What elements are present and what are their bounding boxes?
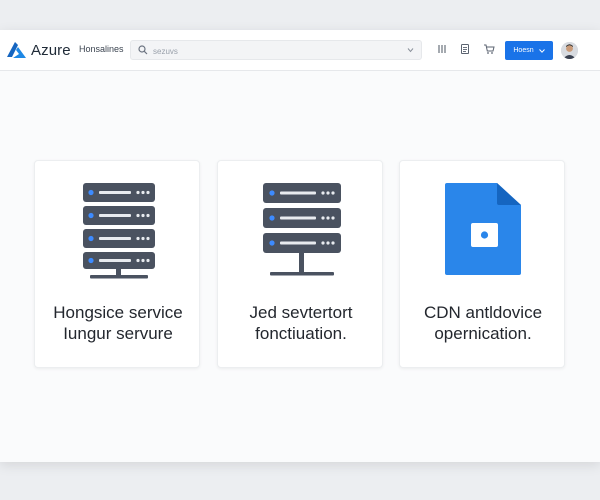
chevron-down-icon[interactable] [407, 47, 414, 53]
card-title-line-1: Jed sevtertort [249, 303, 353, 322]
app-window: Azure Honsalines sezuvs Hoesn Hongsice s… [0, 30, 600, 462]
avatar[interactable] [561, 42, 578, 59]
account-button-label: Hoesn [513, 47, 534, 54]
search-box[interactable] [130, 40, 422, 60]
card-title: Hongsice service Iungur servure [35, 302, 201, 344]
service-card-1[interactable]: Hongsice service Iungur servure [34, 160, 200, 368]
account-button[interactable]: Hoesn [505, 41, 553, 60]
service-card-2[interactable]: Jed sevtertort fonctiuation. [217, 160, 383, 368]
top-header: Azure Honsalines sezuvs Hoesn [0, 30, 600, 71]
user-avatar-icon [561, 42, 578, 59]
search-icon [138, 45, 148, 55]
chevron-down-icon [538, 48, 545, 53]
card-title-line-1: CDN antldovice [423, 303, 543, 322]
card-title-line-2: fonctiuation. [255, 324, 347, 343]
cart-icon[interactable] [483, 43, 495, 55]
server-rack-icon [263, 183, 341, 276]
card-title-line-2: opernication. [434, 324, 532, 343]
search-input[interactable] [151, 43, 405, 59]
brand[interactable]: Azure [6, 40, 71, 60]
card-title-line-1: Hongsice service [53, 303, 183, 322]
card-title: Jed sevtertort fonctiuation. [218, 302, 384, 344]
azure-logo-icon [7, 42, 26, 58]
card-title: CDN antldovice opernication. [400, 302, 566, 344]
server-rack-icon [83, 183, 155, 279]
nav-link[interactable]: Honsalines [79, 44, 124, 54]
file-icon [445, 183, 521, 275]
columns-icon[interactable] [436, 43, 448, 55]
service-card-3[interactable]: CDN antldovice opernication. [399, 160, 565, 368]
brand-name: Azure [31, 41, 71, 59]
document-icon[interactable] [459, 43, 471, 55]
card-title-line-2: Iungur servure [63, 324, 173, 343]
